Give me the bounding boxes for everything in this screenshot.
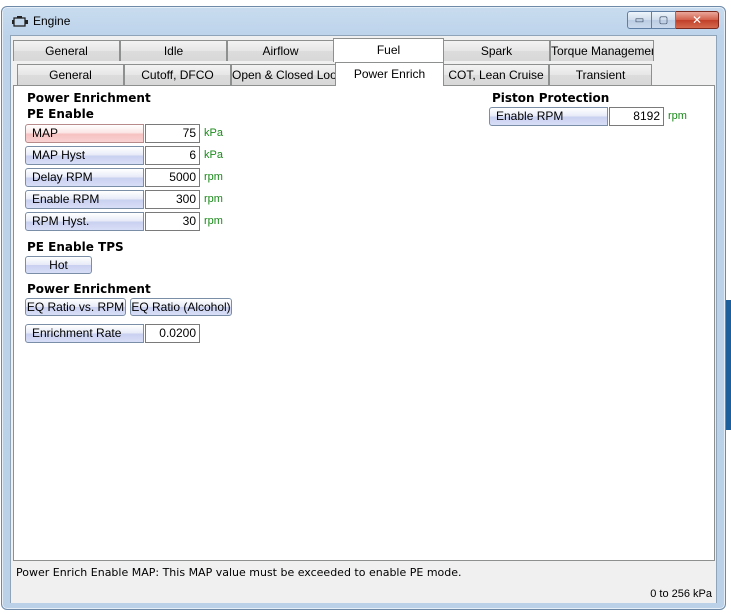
map-input[interactable]: 75 xyxy=(145,124,200,143)
hot-button[interactable]: Hot xyxy=(25,256,92,274)
piston-enable-rpm-input[interactable]: 8192 xyxy=(609,107,664,126)
background-strip xyxy=(726,300,731,430)
status-message: Power Enrich Enable MAP: This MAP value … xyxy=(16,566,462,579)
window-title: Engine xyxy=(33,14,71,28)
rpm-hyst-input[interactable]: 30 xyxy=(145,212,200,231)
piston-enable-rpm-unit: rpm xyxy=(668,110,687,122)
section-title-power-enrichment-2: Power Enrichment xyxy=(27,282,151,296)
section-title-pe-enable-tps: PE Enable TPS xyxy=(27,240,124,254)
subtab-cutoff-dfco[interactable]: Cutoff, DFCO xyxy=(124,64,231,85)
tab-spark[interactable]: Spark xyxy=(443,40,550,61)
section-title-pe-enable: PE Enable xyxy=(27,107,94,121)
enrichment-rate-input[interactable]: 0.0200 xyxy=(145,324,200,343)
enable-rpm-unit: rpm xyxy=(204,193,223,205)
field-map: MAP 75 xyxy=(25,124,200,143)
map-label[interactable]: MAP xyxy=(25,124,144,143)
delay-rpm-unit: rpm xyxy=(204,171,223,183)
map-hyst-input[interactable]: 6 xyxy=(145,146,200,165)
field-enable-rpm: Enable RPM 300 xyxy=(25,190,200,209)
piston-enable-rpm-label[interactable]: Enable RPM xyxy=(489,107,608,126)
field-piston-enable-rpm: Enable RPM 8192 xyxy=(489,107,664,126)
engine-icon xyxy=(12,16,28,27)
maximize-icon: ▢ xyxy=(658,14,669,26)
minimize-button[interactable]: ▭ xyxy=(627,11,652,29)
tab-torque-management[interactable]: Torque Management xyxy=(550,40,654,61)
delay-rpm-input[interactable]: 5000 xyxy=(145,168,200,187)
eq-ratio-alcohol-button[interactable]: EQ Ratio (Alcohol) xyxy=(130,298,232,316)
tab-airflow[interactable]: Airflow xyxy=(227,40,334,61)
power-enrich-panel: Power Enrichment PE Enable MAP 75 kPa MA… xyxy=(13,85,715,561)
delay-rpm-label[interactable]: Delay RPM xyxy=(25,168,144,187)
map-hyst-unit: kPa xyxy=(204,149,223,161)
enrichment-rate-label[interactable]: Enrichment Rate xyxy=(25,324,144,343)
enable-rpm-label[interactable]: Enable RPM xyxy=(25,190,144,209)
close-icon: ✕ xyxy=(691,13,703,27)
close-button[interactable]: ✕ xyxy=(676,11,719,29)
engine-window: Engine ▭ ▢ ✕ General Idle Airflow Fuel S… xyxy=(1,6,726,610)
tab-fuel[interactable]: Fuel xyxy=(333,38,444,62)
field-enrichment-rate: Enrichment Rate 0.0200 xyxy=(25,324,200,343)
eq-ratio-vs-rpm-button[interactable]: EQ Ratio vs. RPM xyxy=(25,298,126,316)
subtab-general[interactable]: General xyxy=(17,64,124,85)
title-bar[interactable]: Engine ▭ ▢ ✕ xyxy=(2,7,725,35)
subtab-open-closed-loop[interactable]: Open & Closed Loop xyxy=(231,64,336,85)
window-controls: ▭ ▢ ✕ xyxy=(627,11,719,29)
enable-rpm-input[interactable]: 300 xyxy=(145,190,200,209)
section-title-piston-protection: Piston Protection xyxy=(492,91,610,105)
rpm-hyst-label[interactable]: RPM Hyst. xyxy=(25,212,144,231)
field-map-hyst: MAP Hyst 6 xyxy=(25,146,200,165)
status-range: 0 to 256 kPa xyxy=(650,588,712,600)
map-hyst-label[interactable]: MAP Hyst xyxy=(25,146,144,165)
tab-general[interactable]: General xyxy=(13,40,120,61)
client-area: General Idle Airflow Fuel Spark Torque M… xyxy=(10,35,717,603)
status-bar: Power Enrich Enable MAP: This MAP value … xyxy=(11,562,716,603)
maximize-button[interactable]: ▢ xyxy=(652,11,676,29)
minimize-icon: ▭ xyxy=(634,14,645,26)
rpm-hyst-unit: rpm xyxy=(204,215,223,227)
section-title-power-enrichment: Power Enrichment xyxy=(27,91,151,105)
subtab-cot-lean-cruise[interactable]: COT, Lean Cruise xyxy=(443,64,549,85)
subtab-transient[interactable]: Transient xyxy=(549,64,652,85)
map-unit: kPa xyxy=(204,127,223,139)
tab-idle[interactable]: Idle xyxy=(120,40,227,61)
field-rpm-hyst: RPM Hyst. 30 xyxy=(25,212,200,231)
field-delay-rpm: Delay RPM 5000 xyxy=(25,168,200,187)
subtab-power-enrich[interactable]: Power Enrich xyxy=(335,62,444,86)
